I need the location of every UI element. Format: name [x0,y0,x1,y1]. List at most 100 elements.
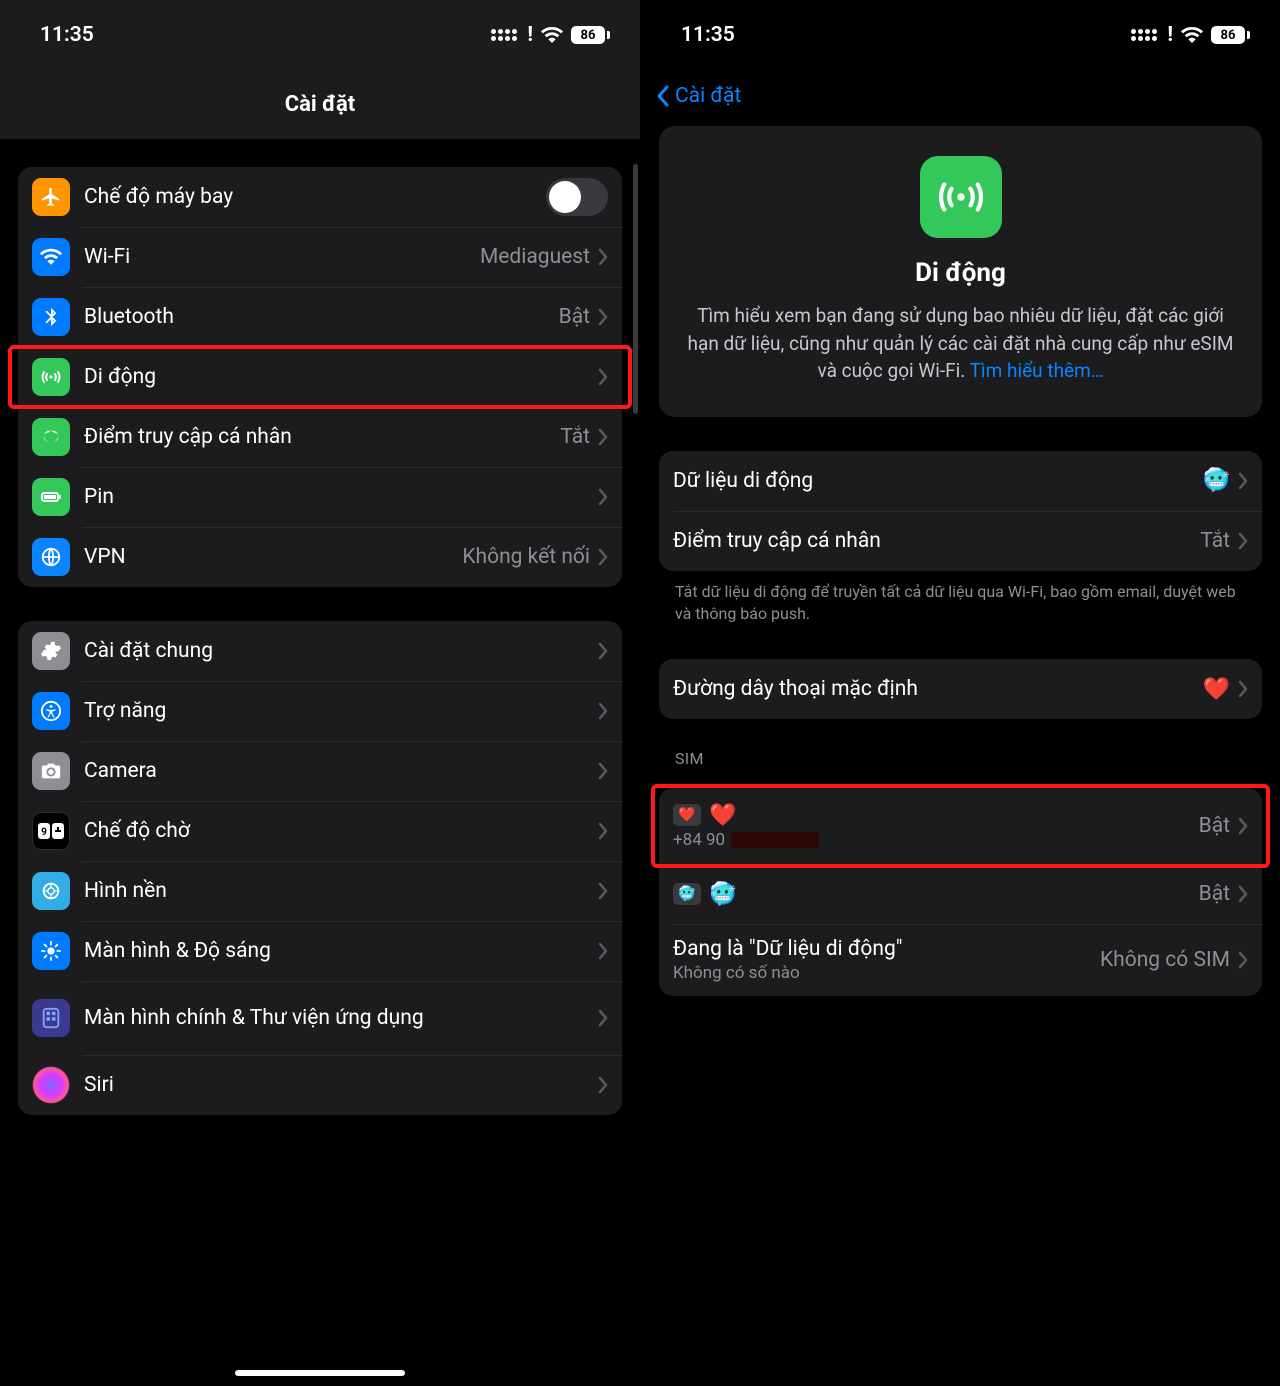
row-battery[interactable]: Pin [18,467,622,527]
display-label: Màn hình & Độ sáng [84,939,598,963]
default-line-label: Đường dây thoại mặc định [673,677,1203,701]
wallpaper-icon [32,872,70,910]
row-vpn[interactable]: VPN Không kết nối [18,527,622,587]
siri-label: Siri [84,1073,598,1097]
chevron-right-icon [598,488,608,506]
group-default-line: Đường dây thoại mặc định ❤️ [659,659,1262,719]
wifi-icon [1181,27,1203,43]
bluetooth-icon [32,298,70,336]
chevron-right-icon [598,428,608,446]
bluetooth-value: Bật [559,305,590,329]
chevron-right-icon [598,942,608,960]
wifi-row-icon [32,238,70,276]
sim1-value: Bật [1199,814,1230,838]
cellular-hero-icon [920,156,1002,238]
hotspot-s2-value: Tắt [1200,529,1230,553]
standby-label: Chế độ chờ [84,819,598,843]
homescreen-label: Màn hình chính & Thư viện ứng dụng [84,1005,598,1031]
row-hotspot-s2[interactable]: Điểm truy cập cá nhân Tắt [659,511,1262,571]
cellular-signal-icon [491,29,517,41]
chevron-right-icon [598,1076,608,1094]
svg-text:9: 9 [41,827,47,838]
standby-icon: 9 [32,812,70,850]
chevron-right-icon [1238,885,1248,903]
row-wifi[interactable]: Wi-Fi Mediaguest [18,227,622,287]
status-time: 11:35 [40,23,94,47]
row-sim-1[interactable]: ❤️ ❤️ +84 90 Bật [659,788,1262,864]
chevron-right-icon [598,248,608,266]
row-wallpaper[interactable]: Hình nền [18,861,622,921]
home-indicator[interactable] [235,1370,405,1376]
mobile-data-value: 🥶 [1203,468,1230,493]
back-label: Cài đặt [675,84,741,108]
chevron-right-icon [598,368,608,386]
hotspot-icon [32,418,70,456]
hero-title: Di động [683,258,1238,288]
hotspot-value: Tắt [560,425,590,449]
chevron-right-icon [598,822,608,840]
row-cellular[interactable]: Di động [18,347,622,407]
status-time: 11:35 [681,23,735,47]
row-hotspot[interactable]: Điểm truy cập cá nhân Tắt [18,407,622,467]
sim3-name: Đang là "Dữ liệu di động" [673,937,1100,961]
vpn-label: VPN [84,545,462,569]
battery-label: Pin [84,485,598,509]
status-bar: 11:35 ! 86 [641,0,1280,60]
chevron-right-icon [598,882,608,900]
group-data: Dữ liệu di động 🥶 Điểm truy cập cá nhân … [659,451,1262,571]
hotspot-label: Điểm truy cập cá nhân [84,425,560,449]
row-bluetooth[interactable]: Bluetooth Bật [18,287,622,347]
wifi-label: Wi-Fi [84,245,480,269]
row-accessibility[interactable]: Trợ năng [18,681,622,741]
row-display[interactable]: Màn hình & Độ sáng [18,921,622,981]
row-homescreen[interactable]: Màn hình chính & Thư viện ứng dụng [18,981,622,1055]
accessibility-icon [32,692,70,730]
general-label: Cài đặt chung [84,639,598,663]
accessibility-label: Trợ năng [84,699,598,723]
learn-more-link[interactable]: Tìm hiểu thêm… [970,359,1104,382]
camera-label: Camera [84,759,598,783]
group-sim: ❤️ ❤️ +84 90 Bật 🥶 🥶 Bật Đang là "D [659,788,1262,996]
row-siri[interactable]: Siri [18,1055,622,1115]
hotspot-s2-label: Điểm truy cập cá nhân [673,529,1200,553]
sim2-value: Bật [1199,882,1230,906]
settings-group-connectivity: Chế độ máy bay Wi-Fi Mediaguest Bluetoot… [18,167,622,587]
row-default-voice-line[interactable]: Đường dây thoại mặc định ❤️ [659,659,1262,719]
row-standby[interactable]: 9 Chế độ chờ [18,801,622,861]
airplane-icon [32,178,70,216]
wallpaper-label: Hình nền [84,879,598,903]
chevron-right-icon [598,762,608,780]
cellular-alert-icon: ! [527,23,533,47]
row-sim-3[interactable]: Đang là "Dữ liệu di động" Không có số nà… [659,924,1262,996]
cellular-icon [32,358,70,396]
settings-group-system: Cài đặt chung Trợ năng Camera 9 [18,621,622,1115]
cellular-screen: 11:35 ! 86 Cài đặt Di động Tìm hiểu [640,0,1280,1386]
sim3-sub: Không có số nào [673,963,1100,983]
chevron-right-icon [1238,532,1248,550]
airplane-toggle[interactable] [546,178,608,216]
back-button[interactable]: Cài đặt [641,60,1280,126]
sim1-tag-icon: ❤️ [673,804,701,826]
cellular-signal-icon [1131,29,1157,41]
battery-icon: 86 [1211,26,1250,44]
settings-screen: 11:35 ! 86 Cài đặt [0,0,640,1386]
sim1-name: ❤️ [709,803,1199,828]
cellular-hero: Di động Tìm hiểu xem bạn đang sử dụng ba… [659,126,1262,417]
chevron-right-icon [598,642,608,660]
row-airplane-mode[interactable]: Chế độ máy bay [18,167,622,227]
row-camera[interactable]: Camera [18,741,622,801]
row-sim-2[interactable]: 🥶 🥶 Bật [659,864,1262,924]
row-mobile-data[interactable]: Dữ liệu di động 🥶 [659,451,1262,511]
wifi-icon [541,27,563,43]
sim1-number: +84 90 [673,830,1199,850]
hero-description: Tìm hiểu xem bạn đang sử dụng bao nhiêu … [683,302,1238,385]
chevron-right-icon [598,548,608,566]
status-bar: 11:35 ! 86 [0,0,640,60]
display-brightness-icon [32,932,70,970]
chevron-right-icon [598,308,608,326]
wifi-value: Mediaguest [480,245,590,269]
chevron-right-icon [1238,680,1248,698]
cellular-label: Di động [84,365,598,389]
row-general[interactable]: Cài đặt chung [18,621,622,681]
scrollbar[interactable] [633,164,638,414]
